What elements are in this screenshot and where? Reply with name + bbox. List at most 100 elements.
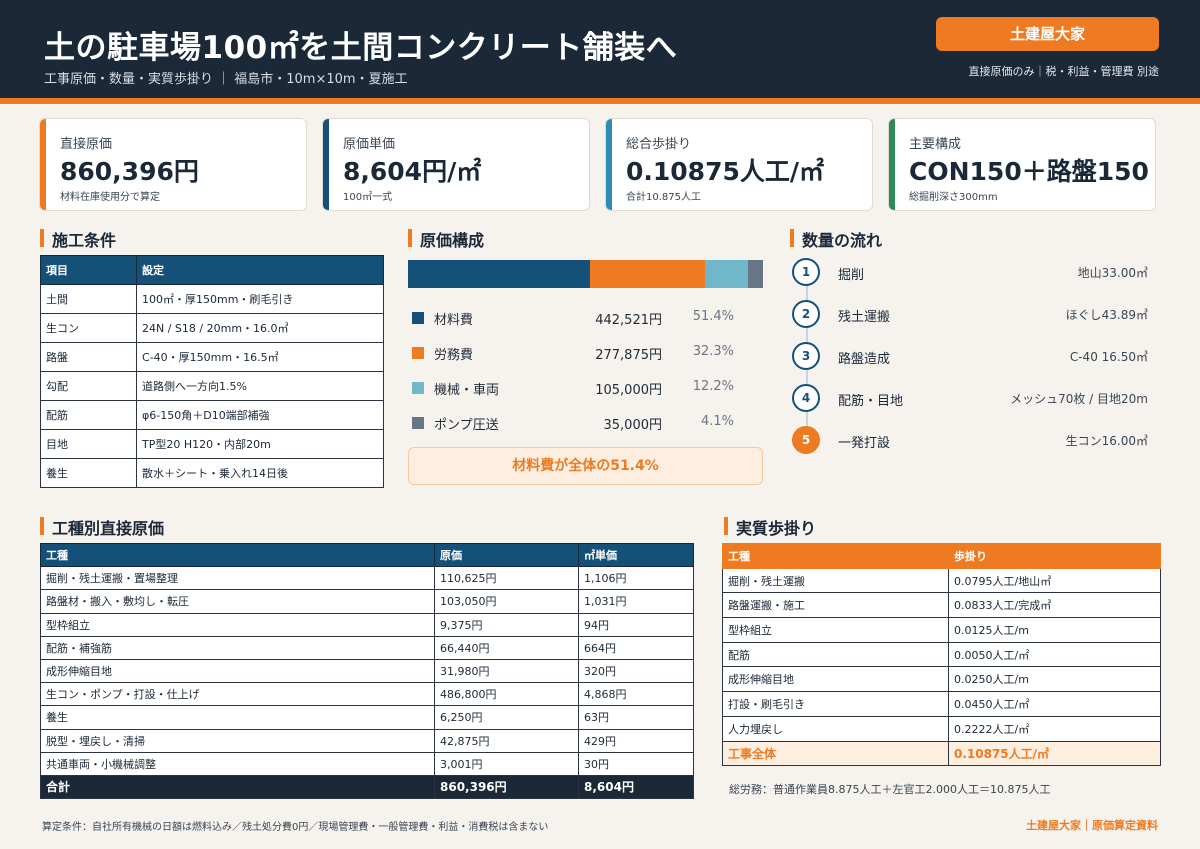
table-row: 生コン・ポンプ・打設・仕上げ 486,800円 4,868円 [40,682,694,707]
yield-value: 0.0795人工/地山㎥ [948,567,1161,594]
step-number: 4 [792,384,820,412]
kpi-card-unit-cost: 原価単価 8,604円/㎡ 100㎡一式 [322,118,590,211]
yield-value: 0.0833人工/完成㎥ [948,592,1161,619]
legend-item: 労務費 277,875円 32.3% [408,343,763,363]
step-quantity: C-40 16.50㎥ [1069,350,1148,364]
kpi-card-main-structure: 主要構成 CON150＋路盤150 総掘削深さ300mm [888,118,1156,211]
total-work-unit-cost: 8,604円 [578,774,694,800]
conditions-table: 項目 設定 土間 100㎡・厚150mm・刷毛引き 生コン 24N / S18 / 2… [40,255,384,488]
table-row: 成形伸縮目地 31,980円 320円 [40,658,694,684]
table-row: 脱型・埋戻し・清掃 42,875円 429円 [40,728,694,753]
condition-item: 勾配 [40,371,137,401]
column-header-unit-cost: ㎡単価 [578,542,694,568]
step-number: 2 [792,300,820,328]
legend-swatch [412,382,424,394]
work-unit-cost: 664円 [578,635,694,660]
condition-item: 土間 [40,284,137,314]
kpi-note: 材料在庫使用分で算定 [60,192,160,203]
table-header-row: 項目 設定 [40,255,384,285]
work-unit-cost: 1,106円 [578,566,694,591]
yield-value: 0.0125人工/m [948,617,1161,643]
table-row: 共通車両・小機械調整 3,001円 30円 [40,751,694,776]
kpi-card-direct-cost: 直接原価 860,396円 材料在庫使用分で算定 [39,118,307,211]
table-row: 人力埋戻し 0.2222人工/㎡ [722,715,1161,742]
table-row: 掘削・残土運搬・置場整理 110,625円 1,106円 [40,566,694,591]
section-title-cost-breakdown: 原価構成 [408,227,484,251]
total-yield-work-name: 工事全体 [722,740,949,767]
cost-segment [748,260,763,288]
flow-step: 1 掘削 地山33.00㎥ [792,258,1152,286]
condition-setting: 100㎡・厚150mm・刷毛引き [136,284,384,314]
table-row: 路盤 C-40・厚150mm・16.5㎥ [40,342,384,372]
legend-swatch [412,347,424,359]
total-row: 合計 860,396円 8,604円 [40,774,694,800]
table-row: 路盤運搬・施工 0.0833人工/完成㎥ [722,592,1161,619]
work-name: 養生 [40,705,435,730]
total-work-name: 合計 [40,774,435,800]
legend-amount: 35,000円 [603,418,663,433]
section-title-work-costs: 工種別直接原価 [40,515,164,539]
work-name: 脱型・埋戻し・清掃 [40,728,435,753]
work-name: 型枠組立 [40,612,435,637]
legend-name: 労務費 [434,348,474,363]
kpi-label: 主要構成 [909,137,962,152]
step-number: 1 [792,258,820,286]
kpi-value: CON150＋路盤150 [909,157,1149,186]
footer-brand: 土建屋大家｜原価算定資料 [1026,819,1158,832]
step-name: 残土運搬 [838,310,891,325]
table-header-row: 工種 原価 ㎡単価 [40,542,694,568]
kpi-accent [40,119,46,210]
flow-step: 5 一発打設 生コン16.00㎥ [792,426,1152,454]
legend-name: ポンプ圧送 [434,418,499,433]
calculation-conditions-note: 算定条件：自社所有機械の日額は燃料込み／残土処分費0円／現場管理費・一般管理費・… [42,822,549,833]
yield-value: 0.0450人工/㎡ [948,691,1161,717]
header-accent-bar [0,98,1200,104]
legend-name: 機械・車両 [434,383,500,398]
table-row: 配筋 0.0050人工/㎡ [722,641,1161,668]
column-header-work: 工種 [722,543,949,569]
table-row: 配筋 φ6-150角＋D10端部補強 [40,400,384,430]
work-unit-cost: 30円 [578,751,694,776]
work-cost-table: 工種 原価 ㎡単価 掘削・残土運搬・置場整理 110,625円 1,106円 路盤材・… [40,542,694,800]
legend-percent: 4.1% [700,414,734,429]
step-quantity: 地山33.00㎥ [1077,266,1148,280]
work-cost: 486,800円 [434,682,579,707]
flow-step: 2 残土運搬 ほぐし43.89㎥ [792,300,1152,328]
table-row: 型枠組立 9,375円 94円 [40,612,694,637]
work-unit-cost: 1,031円 [578,589,694,614]
yield-work-name: 配筋 [722,641,949,668]
work-cost: 9,375円 [434,612,579,637]
cost-segment [705,260,749,288]
kpi-label: 直接原価 [60,137,113,152]
column-header-cost: 原価 [434,542,579,568]
table-row: 成形伸縮目地 0.0250人工/m [722,666,1161,693]
yield-work-name: 路盤運搬・施工 [722,592,949,619]
work-name: 路盤材・搬入・敷均し・転圧 [40,589,435,614]
step-number: 5 [792,426,820,454]
kpi-accent [606,119,612,210]
cost-segment [590,260,706,288]
work-name: 配筋・補強筋 [40,635,435,660]
kpi-accent [889,119,895,210]
work-cost: 6,250円 [434,705,579,730]
step-quantity: 生コン16.00㎥ [1065,434,1148,448]
legend-amount: 105,000円 [595,383,662,398]
page-title: 土の駐車場100㎡を土間コンクリート舗装へ [44,30,678,66]
total-yield-value: 0.10875人工/㎡ [948,740,1161,767]
kpi-note: 総掘削深さ300mm [909,192,998,203]
total-work-cost: 860,396円 [434,774,579,800]
work-name: 共通車両・小機械調整 [40,751,435,776]
work-cost: 3,001円 [434,751,579,776]
condition-setting: 24N / S18 / 20mm・16.0㎥ [136,313,384,343]
yield-value: 0.0250人工/m [948,666,1161,693]
legend-item: ポンプ圧送 35,000円 4.1% [408,413,763,433]
kpi-accent [323,119,329,210]
step-quantity: メッシュ70枚 / 目地20m [1010,392,1148,406]
cost-segment [408,260,591,288]
work-name: 生コン・ポンプ・打設・仕上げ [40,682,435,707]
scope-note: 直接原価のみ｜税・利益・管理費 別途 [968,65,1160,78]
legend-name: 材料費 [434,313,474,328]
yield-work-name: 掘削・残土運搬 [722,567,949,594]
yield-value: 0.0050人工/㎡ [948,641,1161,668]
table-row: 土間 100㎡・厚150mm・刷毛引き [40,284,384,314]
